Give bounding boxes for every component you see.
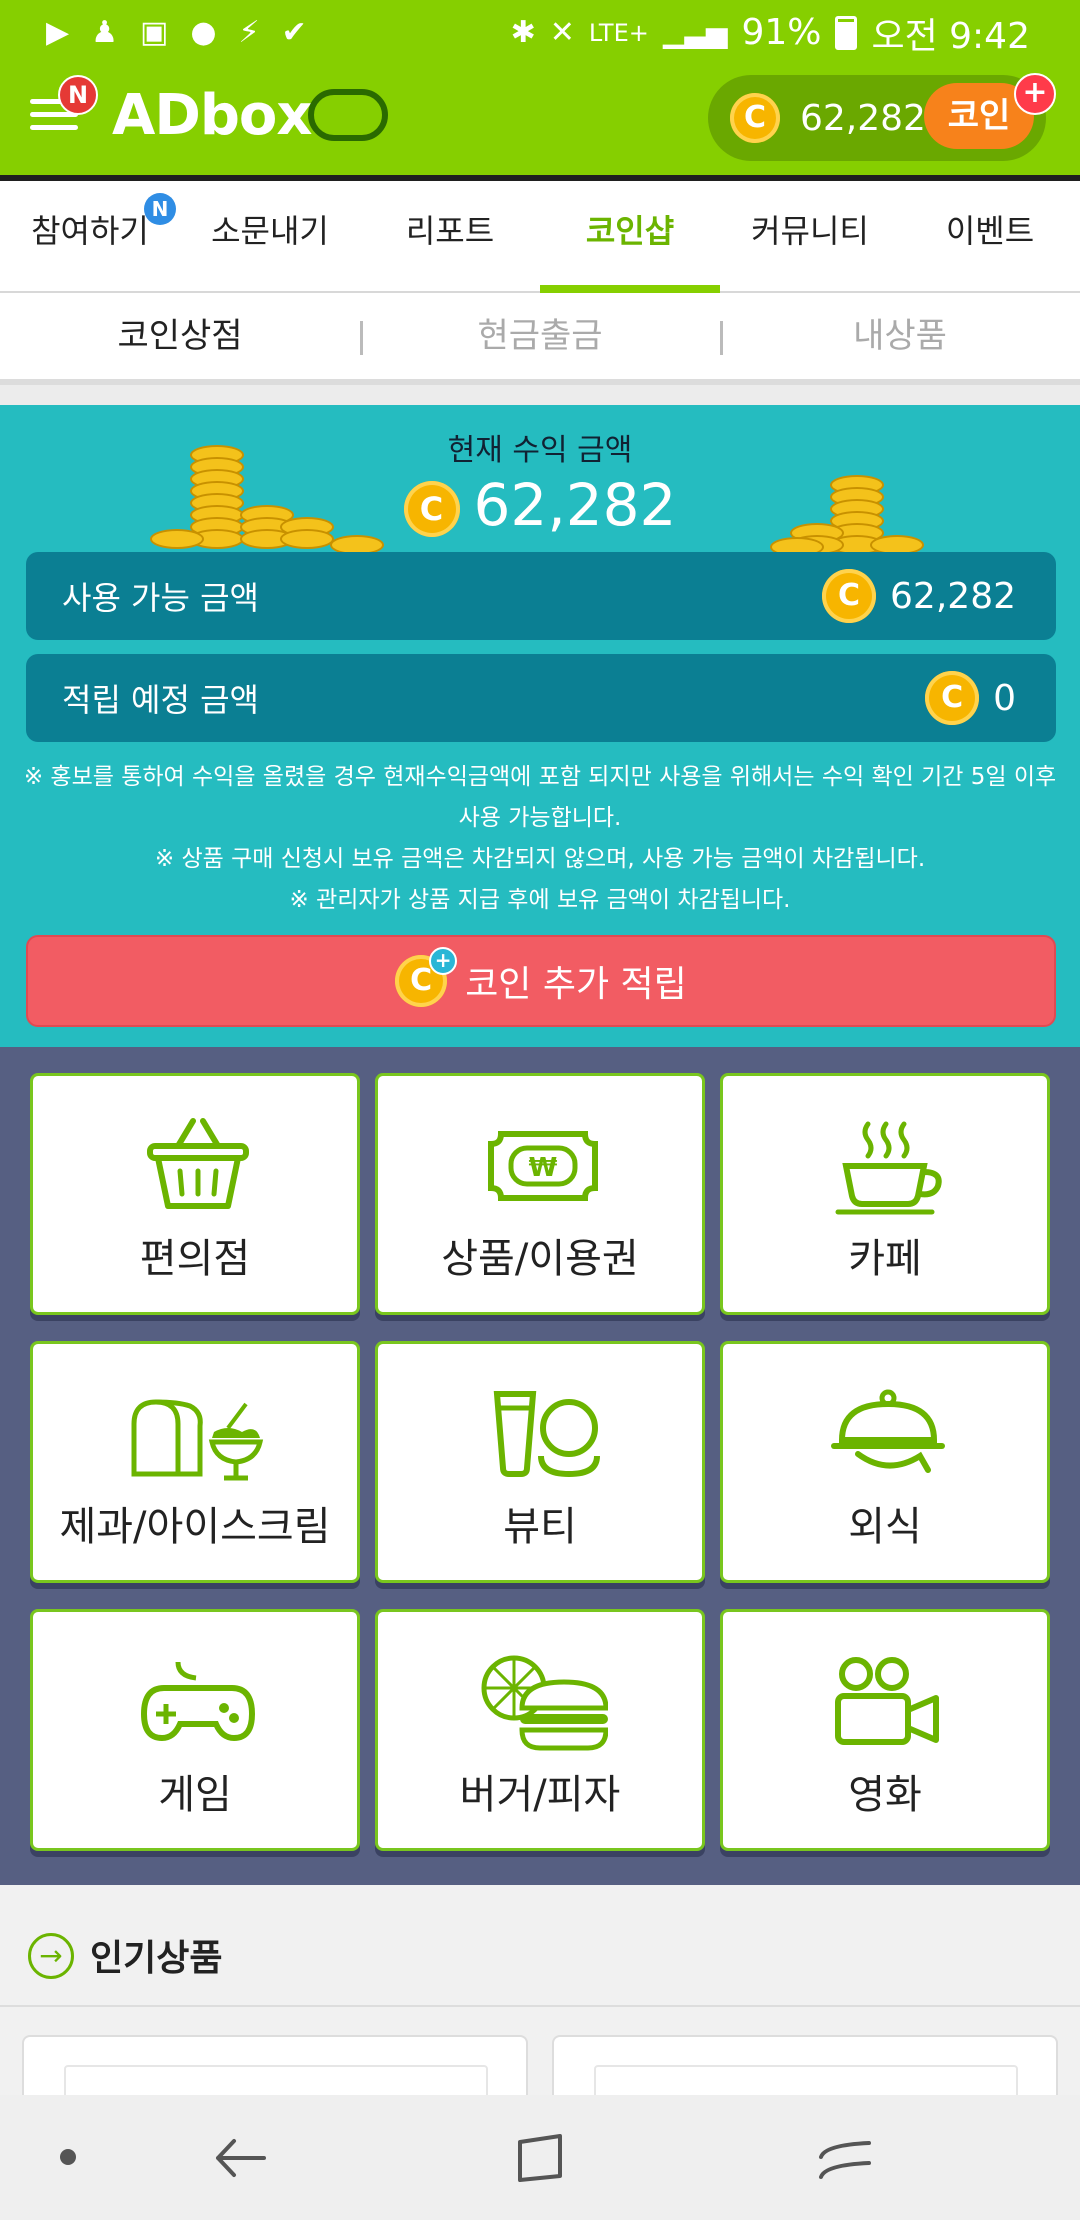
back-icon[interactable] bbox=[210, 2133, 270, 2183]
coin-icon: C bbox=[403, 480, 460, 537]
coin-plus-icon: C + bbox=[395, 947, 458, 1007]
home-icon[interactable] bbox=[510, 2130, 570, 2186]
play-icon: ▶ bbox=[46, 15, 70, 50]
signal-icon: ▁▃▅ bbox=[662, 16, 728, 49]
subtab-cash-withdraw[interactable]: 현금출금 bbox=[360, 293, 720, 379]
dining-icon bbox=[831, 1389, 945, 1473]
category-label: 상품/이용권 bbox=[441, 1236, 639, 1282]
earnings-panel: 현재 수익 금액 C 62,282 사용 가능 금액 C 62,282 적립 예정… bbox=[0, 405, 1080, 1047]
category-movie[interactable]: 영화 bbox=[720, 1609, 1050, 1851]
category-beauty[interactable]: 뷰티 bbox=[375, 1341, 705, 1583]
bread-icecream-icon bbox=[131, 1399, 264, 1481]
plus-icon[interactable]: + bbox=[1014, 73, 1056, 115]
available-amount-label: 사용 가능 금액 bbox=[62, 579, 259, 617]
talk-icon: ● bbox=[190, 15, 217, 50]
category-label: 카페 bbox=[848, 1236, 922, 1282]
tab-share[interactable]: 소문내기 bbox=[180, 181, 360, 291]
category-cafe[interactable]: 카페 bbox=[720, 1073, 1050, 1315]
status-bar: ▶ ♟ ▣ ● ⚡ ✔ ✱ ✕ LTE+ ▁▃▅ 91% 오전 9:42 bbox=[0, 0, 1080, 65]
popular-products bbox=[0, 2007, 1080, 2119]
category-bakery-icecream[interactable]: 제과/아이스크림 bbox=[30, 1341, 360, 1583]
pending-amount-row: 적립 예정 금액 C 0 bbox=[26, 654, 1056, 742]
network-label: LTE+ bbox=[588, 18, 649, 47]
system-nav-bar bbox=[0, 2095, 1080, 2220]
coffee-icon bbox=[835, 1121, 942, 1215]
person-icon: ♟ bbox=[91, 15, 118, 50]
available-amount: C 62,282 bbox=[822, 569, 1016, 623]
tab-participate[interactable]: 참여하기 N bbox=[0, 181, 180, 291]
popular-section-header: → 인기상품 bbox=[0, 1885, 1080, 2007]
category-vouchers[interactable]: ₩ 상품/이용권 bbox=[375, 1073, 705, 1315]
category-label: 외식 bbox=[848, 1504, 922, 1550]
available-amount-value: 62,282 bbox=[890, 575, 1016, 617]
category-label: 영화 bbox=[848, 1772, 922, 1818]
tab-event[interactable]: 이벤트 bbox=[900, 181, 1080, 291]
bluetooth-icon: ✱ bbox=[510, 15, 536, 50]
coin-icon: C bbox=[925, 671, 980, 725]
notice-3: ※ 관리자가 상품 지급 후에 보유 금액이 차감됩니다. bbox=[289, 887, 791, 913]
subtab-coin-store[interactable]: 코인상점 bbox=[0, 293, 360, 379]
category-label: 편의점 bbox=[139, 1236, 251, 1282]
image-icon: ▣ bbox=[139, 15, 169, 50]
menu-new-badge: N bbox=[58, 75, 98, 115]
category-label: 버거/피자 bbox=[459, 1772, 621, 1818]
logo-mark-icon bbox=[308, 89, 388, 141]
tab-coinshop[interactable]: 코인샵 bbox=[540, 181, 720, 293]
coin-balance: 62,282 bbox=[800, 97, 926, 139]
category-label: 제과/아이스크림 bbox=[59, 1504, 331, 1550]
subtab-my-products[interactable]: 내상품 bbox=[720, 293, 1080, 379]
category-label: 게임 bbox=[158, 1772, 232, 1818]
basket-icon bbox=[147, 1118, 249, 1209]
tab-community[interactable]: 커뮤니티 bbox=[720, 181, 900, 291]
app-logo: ADbox bbox=[112, 83, 313, 148]
category-burger-pizza[interactable]: 버거/피자 bbox=[375, 1609, 705, 1851]
arrow-right-circle-icon[interactable]: → bbox=[28, 1933, 74, 1979]
camera-icon bbox=[835, 1657, 939, 1745]
earnings-total: C 62,282 bbox=[0, 471, 1080, 539]
pending-amount-value: 0 bbox=[993, 677, 1016, 719]
coin-icon: C bbox=[730, 93, 780, 143]
add-coin-label: 코인 추가 적립 bbox=[465, 964, 687, 1005]
ticket-icon: ₩ bbox=[488, 1131, 598, 1201]
mute-icon: ✕ bbox=[549, 15, 575, 50]
gamepad-icon bbox=[140, 1661, 256, 1742]
category-grid: 편의점 ₩ 상품/이용권 카페 제과/아이스크림 뷰티 외식 게임 버거/피자 … bbox=[0, 1047, 1080, 1885]
pending-amount: C 0 bbox=[925, 671, 1016, 725]
tab-report[interactable]: 리포트 bbox=[360, 181, 540, 291]
svg-text:₩: ₩ bbox=[529, 1153, 558, 1183]
nav-dot-icon[interactable] bbox=[60, 2149, 76, 2165]
tab-label: 참여하기 bbox=[31, 212, 149, 250]
coin-icon: C bbox=[822, 569, 877, 623]
app-bar: N ADbox C 62,282 코인 + bbox=[0, 65, 1080, 181]
category-game[interactable]: 게임 bbox=[30, 1609, 360, 1851]
popular-title: 인기상품 bbox=[90, 1938, 223, 1979]
clock: 오전 9:42 bbox=[871, 15, 1030, 57]
check-icon: ✔ bbox=[281, 15, 307, 50]
sub-tabs: 코인상점 현금출금 내상품 bbox=[0, 293, 1080, 385]
notice-1: ※ 홍보를 통하여 수익을 올렸을 경우 현재수익금액에 포함 되지만 사용을 … bbox=[23, 764, 1057, 831]
notification-icons: ▶ ♟ ▣ ● ⚡ ✔ bbox=[46, 15, 307, 50]
earnings-title: 현재 수익 금액 bbox=[447, 433, 633, 468]
battery-percent: 91% bbox=[741, 12, 822, 53]
bolt-icon: ⚡ bbox=[238, 15, 260, 50]
coin-symbol: C bbox=[410, 963, 433, 998]
recent-apps-icon[interactable] bbox=[815, 2135, 875, 2185]
main-tabs: 참여하기 N 소문내기 리포트 코인샵 커뮤니티 이벤트 bbox=[0, 181, 1080, 293]
category-dining[interactable]: 외식 bbox=[720, 1341, 1050, 1583]
add-coin-button[interactable]: C + 코인 추가 적립 bbox=[26, 935, 1056, 1027]
burger-pizza-icon bbox=[481, 1655, 608, 1751]
new-badge: N bbox=[144, 193, 176, 225]
available-amount-row: 사용 가능 금액 C 62,282 bbox=[26, 552, 1056, 640]
category-convenience-store[interactable]: 편의점 bbox=[30, 1073, 360, 1315]
category-label: 뷰티 bbox=[503, 1504, 577, 1550]
coin-balance-pill: C 62,282 코인 + bbox=[708, 73, 1056, 161]
battery-icon bbox=[835, 15, 858, 50]
pending-amount-label: 적립 예정 금액 bbox=[62, 681, 259, 719]
cosmetics-icon bbox=[493, 1391, 600, 1478]
earnings-total-value: 62,282 bbox=[473, 471, 677, 539]
notice-2: ※ 상품 구매 신청시 보유 금액은 차감되지 않으며, 사용 가능 금액이 차… bbox=[154, 846, 926, 872]
